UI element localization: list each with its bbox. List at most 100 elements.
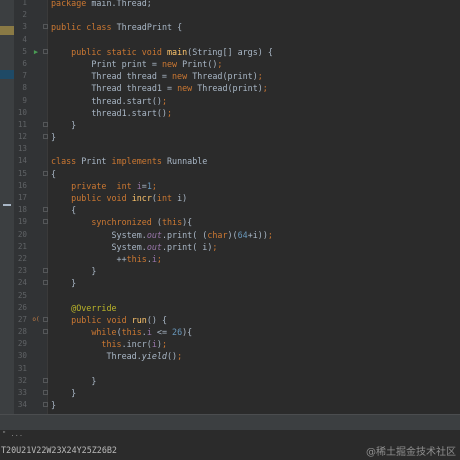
code-token: new	[161, 58, 183, 69]
run-console[interactable]: " ... T20U21V22W23X24Y25Z26B2 @稀土掘金技术社区	[0, 430, 460, 460]
code-token: out	[146, 229, 162, 240]
code-line[interactable]: 34}	[0, 399, 460, 411]
code-token: incr	[131, 193, 152, 203]
code-token: synchronized	[51, 217, 157, 228]
fold-icon[interactable]	[43, 316, 48, 322]
code-token: public static void	[51, 46, 167, 57]
code-token: }	[51, 278, 77, 289]
code-line[interactable]: 19 synchronized (this){	[0, 216, 460, 228]
line-number: 19	[17, 217, 27, 227]
code-token: this	[161, 217, 183, 228]
fold-icon[interactable]	[43, 207, 48, 213]
fold-icon[interactable]	[43, 48, 48, 54]
fold-icon[interactable]	[43, 121, 48, 127]
code-line[interactable]: 22 ++this.i;	[0, 253, 460, 265]
line-number: 16	[17, 180, 27, 190]
code-token: new	[177, 83, 198, 94]
code-text: private int i=1;	[51, 180, 157, 192]
code-text: class Print implements Runnable	[51, 155, 207, 167]
code-token: ()	[166, 351, 178, 362]
code-line[interactable]: 25	[0, 290, 460, 302]
console-header-bar[interactable]	[0, 414, 460, 430]
code-token: thread1.start()	[51, 107, 167, 118]
fold-icon[interactable]	[43, 390, 48, 395]
code-text: thread.start();	[51, 95, 167, 107]
code-line[interactable]: 28 while(this.i <= 26){	[0, 326, 460, 338]
line-number: 24	[17, 278, 27, 288]
code-line[interactable]: 29 this.incr(i);	[0, 338, 460, 350]
code-text: }	[51, 131, 56, 143]
code-token: ){	[182, 217, 193, 228]
code-line[interactable]: 33 }	[0, 387, 460, 399]
fold-icon[interactable]	[43, 170, 48, 176]
line-number: 31	[17, 363, 27, 373]
code-token: ++	[51, 253, 127, 264]
fold-icon[interactable]	[43, 268, 48, 274]
code-line[interactable]: 21 System.out.print( i);	[0, 241, 460, 253]
code-text: Print print = new Print();	[51, 58, 222, 70]
line-number: 8	[22, 83, 27, 93]
code-line[interactable]: 27 o( public void run() {	[0, 314, 460, 326]
code-text: }	[51, 265, 96, 277]
code-line[interactable]: 2	[0, 9, 460, 21]
code-token: ;	[166, 107, 173, 118]
code-text: public void incr(int i)	[51, 192, 187, 204]
code-token: )(	[227, 229, 238, 240]
code-token: }	[51, 132, 57, 143]
code-line[interactable]: 13	[0, 143, 460, 155]
code-token: Thread thread =	[51, 71, 173, 82]
code-text: public void run() {	[51, 314, 167, 326]
code-line[interactable]: 8 Thread thread1 = new Thread(print);	[0, 82, 460, 94]
code-line[interactable]: 23 }	[0, 265, 460, 277]
code-line[interactable]: 24 }	[0, 277, 460, 289]
code-line[interactable]: 20 System.out.print( (char)(64+i));	[0, 229, 460, 241]
code-line[interactable]: 16 private int i=1;	[0, 180, 460, 192]
line-number: 2	[22, 10, 27, 20]
code-token: }	[51, 375, 97, 386]
code-line[interactable]: 32 }	[0, 375, 460, 387]
code-line[interactable]: 30 Thread.yield();	[0, 350, 460, 362]
code-token: char	[207, 229, 228, 240]
fold-icon[interactable]	[43, 219, 48, 225]
code-line[interactable]: 12}	[0, 131, 460, 143]
fold-icon[interactable]	[43, 280, 48, 286]
code-line[interactable]: 18 {	[0, 204, 460, 216]
code-line[interactable]: 7 Thread thread = new Thread(print);	[0, 70, 460, 82]
fold-icon[interactable]	[43, 402, 48, 408]
code-text: Thread thread1 = new Thread(print);	[51, 82, 268, 94]
code-text: thread1.start();	[51, 107, 172, 119]
code-line[interactable]: 15 {	[0, 168, 460, 180]
code-line[interactable]: 11 }	[0, 119, 460, 131]
watermark: @稀土掘金技术社区	[366, 447, 456, 458]
code-line[interactable]: 3 public class ThreadPrint {	[0, 21, 460, 33]
line-number: 12	[17, 132, 27, 142]
code-line[interactable]: 14 class Print implements Runnable	[0, 155, 460, 167]
code-token: @Override	[51, 302, 117, 313]
code-line[interactable]: 26 @Override	[0, 302, 460, 314]
code-line[interactable]: 9 thread.start();	[0, 95, 460, 107]
code-token: this	[51, 339, 122, 350]
fold-icon[interactable]	[43, 329, 48, 335]
code-token: Print print =	[51, 58, 162, 69]
code-line[interactable]: 17 public void incr(int i)	[0, 192, 460, 204]
override-icon[interactable]: o(	[32, 314, 40, 326]
line-number: 30	[17, 351, 27, 361]
code-line[interactable]: 4	[0, 34, 460, 46]
code-line[interactable]: 31	[0, 363, 460, 375]
run-icon[interactable]: ▶	[32, 46, 40, 58]
fold-icon[interactable]	[43, 24, 48, 30]
code-token: Print()	[182, 58, 218, 69]
fold-icon[interactable]	[43, 377, 48, 383]
code-token: ThreadPrint {	[116, 22, 183, 33]
line-number: 17	[17, 193, 27, 202]
fold-icon[interactable]	[43, 134, 48, 140]
code-editor[interactable]: 1 package main.Thread; 2 3 public class Thre…	[0, 0, 460, 411]
code-text: System.out.print( (char)(64+i));	[51, 229, 273, 241]
code-line[interactable]: 5 ▶ public static void main(String[] args…	[0, 46, 460, 58]
code-line[interactable]: 1 package main.Thread;	[0, 0, 460, 9]
code-line[interactable]: 6 Print print = new Print();	[0, 58, 460, 70]
code-token: {	[51, 205, 77, 216]
code-token: Thread(print)	[197, 83, 263, 94]
code-token: ;	[262, 83, 268, 94]
code-line[interactable]: 10 thread1.start();	[0, 107, 460, 119]
